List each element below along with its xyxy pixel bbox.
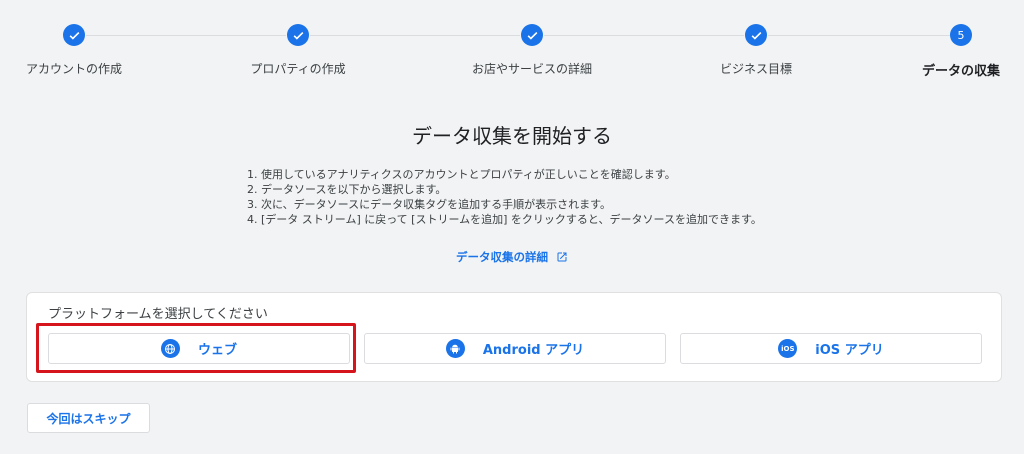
instruction-item: 3. 次に、データソースにデータ収集タグを追加する手順が表示されます。 — [247, 198, 612, 211]
platform-selection-card: プラットフォームを選択してください ウェブ Android アプリ iOS iO… — [26, 292, 1002, 382]
step-business-goals: ビジネス目標 — [666, 22, 846, 77]
step-business-details: お店やサービスの詳細 — [442, 22, 622, 77]
instruction-item: 4. [データ ストリーム] に戻って [ストリームを追加] をクリックすると、… — [247, 213, 762, 226]
details-link-label: データ収集の詳細 — [455, 250, 548, 264]
android-platform-button[interactable]: Android アプリ — [364, 333, 666, 364]
ios-platform-button[interactable]: iOS iOS アプリ — [680, 333, 982, 364]
ios-platform-label: iOS アプリ — [815, 343, 884, 358]
step-account-creation: アカウントの作成 — [0, 22, 164, 77]
android-icon — [445, 339, 465, 358]
step-label: お店やサービスの詳細 — [471, 62, 592, 76]
page-title: データ収集を開始する — [412, 124, 612, 148]
instruction-list: 1. 使用しているアナリティクスのアカウントとプロパティが正しいことを確認します… — [247, 167, 762, 227]
check-icon — [521, 24, 543, 46]
step-label: ビジネス目標 — [719, 62, 792, 76]
globe-icon — [160, 339, 180, 358]
open-in-new-icon — [557, 252, 567, 262]
setup-stepper: アカウントの作成 プロパティの作成 お店やサービスの詳細 ビジネス目標 5 デー… — [0, 22, 1024, 82]
web-platform-label: ウェブ — [197, 343, 237, 358]
platform-card-title: プラットフォームを選択してください — [48, 307, 268, 322]
instruction-item: 2. データソースを以下から選択します。 — [247, 183, 447, 196]
step-data-collection: 5 データの収集 — [868, 22, 1024, 79]
ios-icon: iOS — [778, 339, 798, 358]
step-label: アカウントの作成 — [25, 62, 122, 76]
check-icon — [63, 24, 85, 46]
step-label: プロパティの作成 — [250, 62, 346, 76]
skip-button[interactable]: 今回はスキップ — [27, 403, 150, 433]
web-platform-button[interactable]: ウェブ — [48, 333, 350, 364]
step-number-badge: 5 — [950, 24, 972, 46]
step-property-creation: プロパティの作成 — [208, 22, 388, 77]
data-collection-details-link[interactable]: データ収集の詳細 — [0, 249, 1024, 265]
android-platform-label: Android アプリ — [482, 343, 585, 358]
instruction-item: 1. 使用しているアナリティクスのアカウントとプロパティが正しいことを確認します… — [247, 168, 676, 181]
step-label: データの収集 — [921, 64, 1000, 79]
check-icon — [287, 24, 309, 46]
check-icon — [745, 24, 767, 46]
